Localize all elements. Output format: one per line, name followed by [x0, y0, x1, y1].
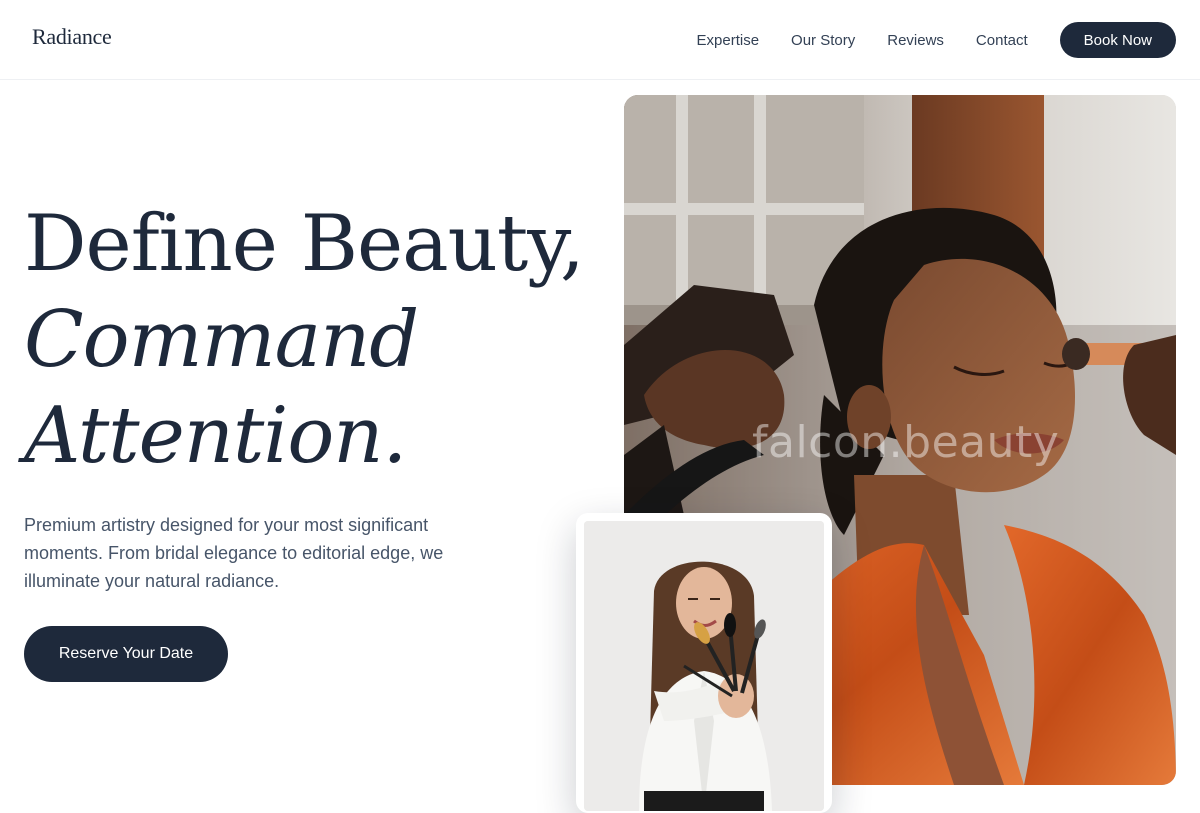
headline-line-1: Define Beauty, — [24, 199, 585, 289]
main-nav: Expertise Our Story Reviews Contact Book… — [697, 22, 1176, 58]
headline-line-2: Command — [24, 295, 419, 385]
top-navigation-bar: Radiance Expertise Our Story Reviews Con… — [0, 0, 1200, 80]
nav-link-reviews[interactable]: Reviews — [887, 32, 944, 49]
headline-line-3: Attention. — [24, 391, 407, 481]
reserve-date-button[interactable]: Reserve Your Date — [24, 626, 228, 682]
hero-headline: Define Beauty, Command Attention. — [24, 196, 604, 484]
nav-link-expertise[interactable]: Expertise — [697, 32, 760, 49]
nav-link-our-story[interactable]: Our Story — [791, 32, 855, 49]
inset-image-card — [576, 513, 832, 813]
hero-description: Premium artistry designed for your most … — [24, 515, 444, 591]
book-now-button[interactable]: Book Now — [1059, 22, 1176, 58]
woman-holding-makeup-brushes-photo — [584, 521, 824, 811]
brand-logo[interactable]: Radiance — [32, 24, 112, 50]
image-watermark: falcon.beauty — [752, 417, 1060, 468]
nav-link-contact[interactable]: Contact — [976, 32, 1028, 49]
inset-photo — [584, 521, 824, 811]
